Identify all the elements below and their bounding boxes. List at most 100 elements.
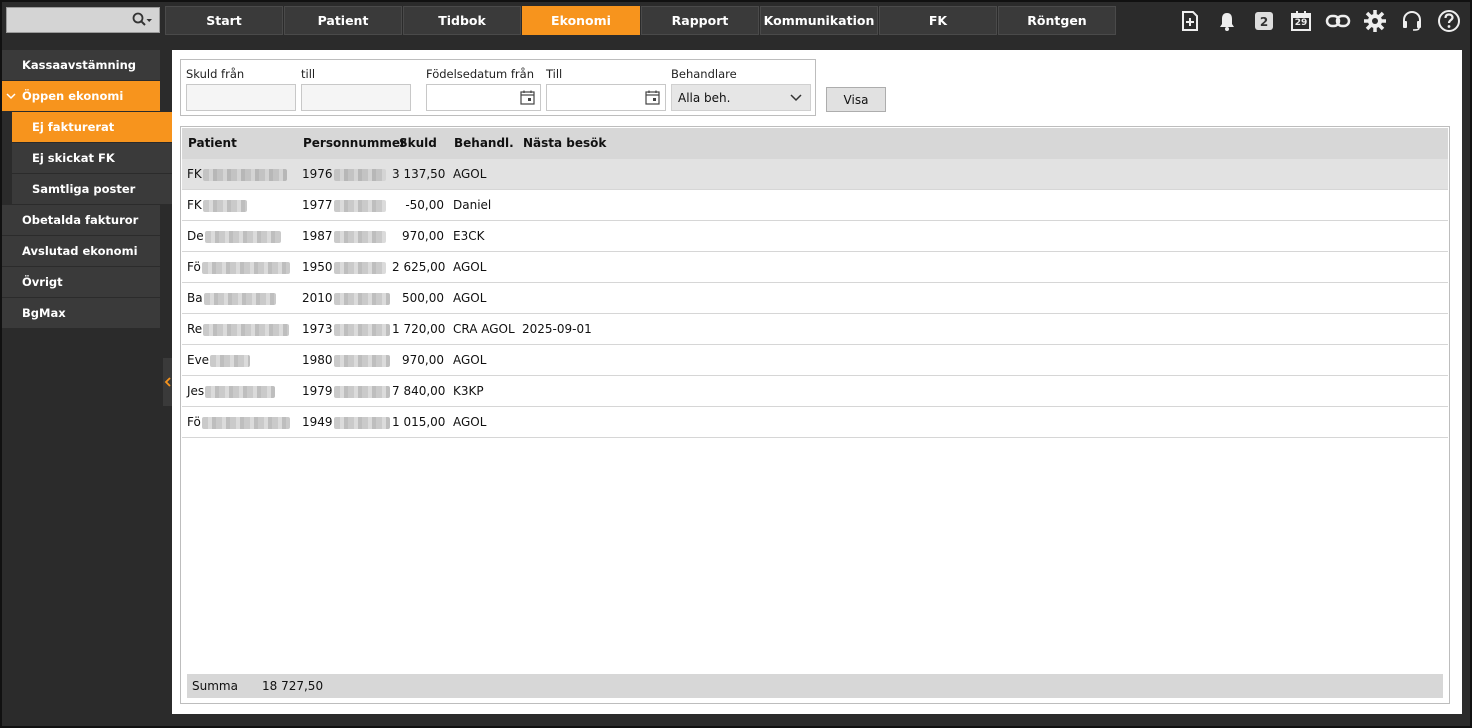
sidebar-item-oppen-ekonomi[interactable]: Öppen ekonomi [2,81,160,111]
redacted-text [202,199,247,212]
behandlare-value: Daniel [453,198,492,212]
calendar-icon[interactable] [645,90,660,105]
redacted-text [333,168,386,181]
personnummer: 1976 [302,167,333,181]
skuld-value: 7 840,00 [392,384,446,398]
table-row[interactable]: Re 1973 1 720,00 CRA AGOL 2025-09-01 [182,314,1448,345]
sidebar-item-kassaavstamning[interactable]: Kassaavstämning [2,50,160,80]
table-row[interactable]: Ba 2010 500,00 AGOL [182,283,1448,314]
skuld-value: 970,00 [402,229,444,243]
search-input[interactable] [6,7,160,33]
skuld-value: 1 720,00 [392,322,446,336]
redacted-text [210,354,251,367]
calendar-icon[interactable]: 29 [1288,8,1314,34]
message-count-icon[interactable]: 2 [1251,8,1277,34]
behandlare-value: AGOL [453,353,487,367]
behandlare-value: AGOL [453,291,487,305]
tab-ekonomi[interactable]: Ekonomi [522,6,640,35]
fodelsedatum-till-input[interactable] [546,84,666,111]
sidebar-item-ej-fakturerat[interactable]: Ej fakturerat [12,112,172,142]
table-row[interactable]: FK 1976 3 137,50 AGOL [182,159,1448,190]
help-icon[interactable] [1436,8,1462,34]
table-row[interactable]: FK 1977 -50,00 Daniel [182,190,1448,221]
sidebar-item-ej-skickat-fk[interactable]: Ej skickat FK [12,143,172,173]
table-row[interactable]: Jes 1979 7 840,00 K3KP [182,376,1448,407]
new-document-icon[interactable] [1177,8,1203,34]
personnummer: 1977 [302,198,333,212]
tab-rontgen[interactable]: Röntgen [998,6,1116,35]
skuld-value: 3 137,50 [392,167,446,181]
table-row[interactable]: De 1987 970,00 E3CK [182,221,1448,252]
personnummer: 1980 [302,353,333,367]
redacted-text [333,292,390,305]
table-header: Patient Personnummer Skuld Behandl. Näst… [182,128,1448,159]
summa-label: Summa [192,679,238,693]
main-panel: Skuld från till Födelsedatum från Till B… [172,50,1462,714]
filter-panel: Skuld från till Födelsedatum från Till B… [180,59,816,116]
fodelsedatum-till-label: Till [546,67,563,81]
col-personnummer[interactable]: Personnummer [303,128,406,159]
behandlare-value: CRA AGOL [453,322,515,336]
sidebar: Kassaavstämning Öppen ekonomi Ej fakture… [2,50,172,329]
toolbar-icons: 2 29 [1166,7,1462,35]
tab-start[interactable]: Start [165,6,283,35]
tab-tidbok[interactable]: Tidbok [403,6,521,35]
sidebar-item-avslutad-ekonomi[interactable]: Avslutad ekonomi [2,236,160,266]
col-nasta-besok[interactable]: Nästa besök [523,128,606,159]
skuld-fran-label: Skuld från [186,67,245,81]
nasta-besok-value [522,159,622,189]
behandlare-value: AGOL [453,415,487,429]
skuld-value: -50,00 [405,198,444,212]
behandlare-value: AGOL [453,167,487,181]
sidebar-item-ovrigt[interactable]: Övrigt [2,267,160,297]
nasta-besok-value [522,221,622,251]
visa-button[interactable]: Visa [826,87,886,112]
tab-patient[interactable]: Patient [284,6,402,35]
tab-fk[interactable]: FK [879,6,997,35]
sidebar-item-obetalda-fakturor[interactable]: Obetalda fakturor [2,205,160,235]
col-patient[interactable]: Patient [188,128,237,159]
nasta-besok-value [522,283,622,313]
skuld-till-label: till [301,67,316,81]
link-icon[interactable] [1325,8,1351,34]
calendar-day: 29 [1294,18,1308,28]
skuld-fran-input[interactable] [186,84,296,111]
calendar-icon[interactable] [520,90,535,105]
fodelsedatum-fran-input[interactable] [426,84,541,111]
tab-rapport[interactable]: Rapport [641,6,759,35]
summa-value: 18 727,50 [262,679,324,693]
main-nav: Start Patient Tidbok Ekonomi Rapport Kom… [165,6,1117,35]
redacted-text [333,261,386,274]
patient-debt-table: Patient Personnummer Skuld Behandl. Näst… [180,126,1450,704]
behandlare-select[interactable]: Alla beh. [671,84,811,111]
redacted-text [203,323,290,336]
summary-row: Summa 18 727,50 [187,674,1443,698]
redacted-text [333,385,390,398]
chevron-down-icon [6,90,20,103]
behandlare-value: K3KP [453,384,484,398]
bell-icon[interactable] [1214,8,1240,34]
table-row[interactable]: Fö 1950 2 625,00 AGOL [182,252,1448,283]
redacted-text [203,292,276,305]
nasta-besok-value [522,252,622,282]
nasta-besok-value [522,376,622,406]
headset-icon[interactable] [1399,8,1425,34]
redacted-text [333,354,390,367]
table-row[interactable]: Eve 1980 970,00 AGOL [182,345,1448,376]
personnummer: 1979 [302,384,333,398]
top-bar: Start Patient Tidbok Ekonomi Rapport Kom… [2,2,1470,38]
chevron-down-icon [790,94,802,102]
sidebar-item-bgmax[interactable]: BgMax [2,298,160,328]
patient-name: FK [187,198,202,212]
table-row[interactable]: Fö 1949 1 015,00 AGOL [182,407,1448,438]
col-skuld[interactable]: Skuld [399,128,437,159]
behandlare-label: Behandlare [671,67,737,81]
sidebar-item-samtliga-poster[interactable]: Samtliga poster [12,174,172,204]
search-icon[interactable] [131,11,153,29]
tab-kommunikation[interactable]: Kommunikation [760,6,878,35]
gear-icon[interactable] [1362,8,1388,34]
redacted-text [204,230,281,243]
col-behandl[interactable]: Behandl. [454,128,514,159]
redacted-text [205,385,276,398]
skuld-till-input[interactable] [301,84,411,111]
